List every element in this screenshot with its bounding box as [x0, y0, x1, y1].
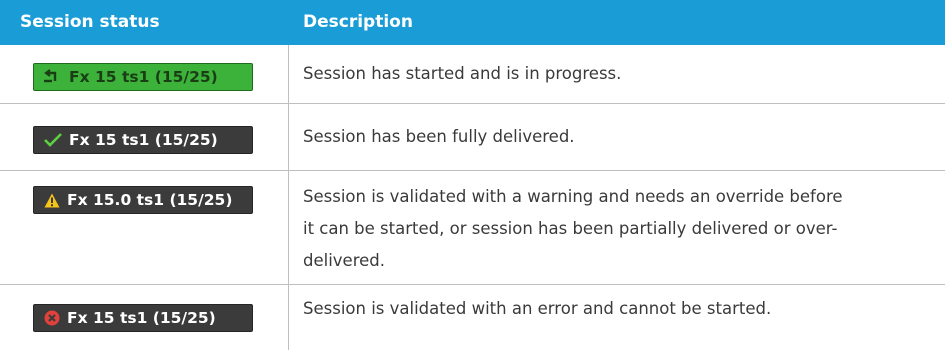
status-badge-error: Fx 15 ts1 (15/25) [33, 304, 253, 332]
table-header: Session status Description [0, 0, 945, 45]
row-description: Session is validated with a warning and … [303, 187, 843, 270]
table-row: Fx 15 ts1 (15/25) Session has started an… [0, 45, 945, 104]
badge-label: Fx 15 ts1 (15/25) [67, 309, 216, 327]
status-badge-in-progress: Fx 15 ts1 (15/25) [33, 63, 253, 91]
table-row: Fx 15 ts1 (15/25) Session has been fully… [0, 104, 945, 171]
table-row: Fx 15.0 ts1 (15/25) Session is validated… [0, 171, 945, 285]
warning-triangle-icon [44, 193, 60, 208]
row-description: Session has been fully delivered. [303, 127, 575, 146]
table-row: Fx 15 ts1 (15/25) Session is validated w… [0, 285, 945, 333]
badge-label: Fx 15 ts1 (15/25) [69, 131, 218, 149]
header-description: Description [303, 12, 413, 32]
status-badge-warning: Fx 15.0 ts1 (15/25) [33, 186, 253, 214]
in-progress-arrow-icon [44, 69, 62, 85]
error-circle-icon [44, 310, 60, 326]
checkmark-icon [44, 132, 62, 148]
header-session-status: Session status [20, 12, 160, 32]
column-divider [288, 45, 289, 350]
row-description: Session is validated with an error and c… [303, 299, 772, 318]
badge-label: Fx 15.0 ts1 (15/25) [67, 191, 233, 209]
badge-label: Fx 15 ts1 (15/25) [69, 68, 218, 86]
status-badge-delivered: Fx 15 ts1 (15/25) [33, 126, 253, 154]
row-description: Session has started and is in progress. [303, 64, 622, 83]
